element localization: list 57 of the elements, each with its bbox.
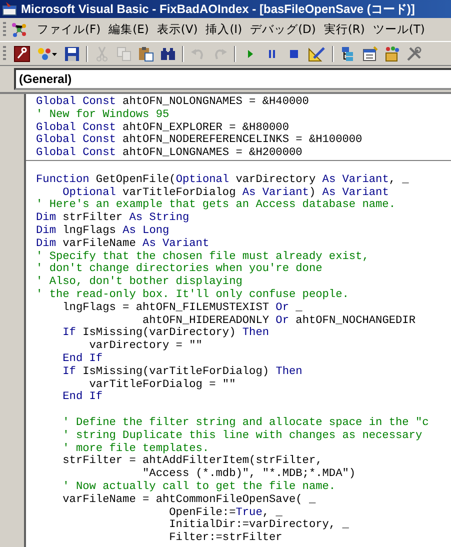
code-line: If IsMissing(varDirectory) Then [62,327,270,340]
project-tree-icon[interactable] [340,46,356,62]
code-line: strFilter = ahtAddFilterItem(strFilter, [62,455,322,468]
menu-item[interactable]: 編集(E) [104,22,153,37]
menu-item[interactable]: 挿入(I) [202,22,246,37]
code-line: ' Now actually call to get the file name. [62,480,336,494]
code-line: Global Const ahtOFN_NOLONGNAMES = &H40000 [36,96,309,109]
code-line: End If [62,391,103,404]
save-icon[interactable] [64,46,80,62]
code-line: varTitleForDialog = "" [88,378,236,391]
code-line: ' string Duplicate this line with changes as necessary [62,430,422,443]
insert-icon[interactable] [36,46,58,62]
grip-icon [3,46,6,62]
tools-icon[interactable] [406,46,422,62]
code-line: Global Const ahtOFN_LONGNAMES = &H200000 [36,147,302,160]
object-browser-icon[interactable] [384,46,400,62]
code-line: Filter:=strFilter [168,532,282,545]
molecule-icon[interactable] [11,22,27,38]
clipboard-icon[interactable] [138,46,154,62]
code-line: If IsMissing(varTitleForDialog) Then [62,366,302,379]
code-line: ' the read-only box. It'll only confuse people. [36,288,349,302]
object-dropdown[interactable]: (General) [14,68,451,90]
window-title: Microsoft Visual Basic - FixBadAOIndex - [basFileOpenSave (コード)] [21,0,415,18]
code-line: End If [62,352,103,366]
menu-item[interactable]: デバッグ(D) [246,22,320,37]
code-line: Dim lngFlags As Long [36,224,170,238]
code-line: Global Const ahtOFN_EXPLORER = &H80000 [36,122,289,134]
code-line: ' more file templates. [62,442,210,455]
menu-item[interactable]: 実行(R) [320,22,369,37]
key-icon[interactable] [14,46,30,62]
code-line: Dim strFilter As String [36,212,190,225]
code-line: lngFlags = ahtOFN_FILEMUSTEXIST Or _ [62,302,302,315]
code-line: Optional varTitleForDialog As Variant) As Variant [62,186,389,199]
code-editor[interactable] [26,94,451,547]
menu-item[interactable]: ツール(T) [368,22,429,37]
ruler-pencil-icon[interactable] [308,46,326,62]
code-line: InitialDir:=varDirectory, _ [168,519,349,532]
code-line: Function GetOpenFile(Optional varDirectory As Variant, _ [36,174,409,187]
code-line: varFileName = ahtCommonFileOpenSave( _ [62,494,316,506]
code-line: ahtOFN_HIDEREADONLY Or ahtOFN_NOCHANGEDIR [142,314,416,327]
code-line: ' Here's an example that gets an Access database name. [36,199,396,212]
code-line: ' Define the filter string and allocate space in the "c [62,416,429,430]
grip-icon [3,22,6,38]
binoculars-icon[interactable] [160,46,176,62]
code-line: ' Also, don't bother displaying [36,276,242,289]
code-line: ' New for Windows 95 [36,108,170,122]
properties-icon[interactable] [362,46,378,62]
code-line: varDirectory = "" [88,340,202,353]
menu-item[interactable]: ファイル(F) [33,22,105,37]
code-line: ' Specify that the chosen file must already exist, [36,250,369,263]
code-line: OpenFile:=True, _ [168,506,282,519]
code-line: ' don't change directories when you're done [36,263,322,276]
app-icon [2,2,18,16]
code-line: Global Const ahtOFN_NODEREFERENCELINKS = &H100000 [36,134,362,147]
code-line: Dim varFileName As Variant [36,238,210,251]
code-line: "Access (*.mdb)", "*.MDB;*.MDA") [142,468,356,481]
menu-item[interactable]: 表示(V) [152,22,202,37]
